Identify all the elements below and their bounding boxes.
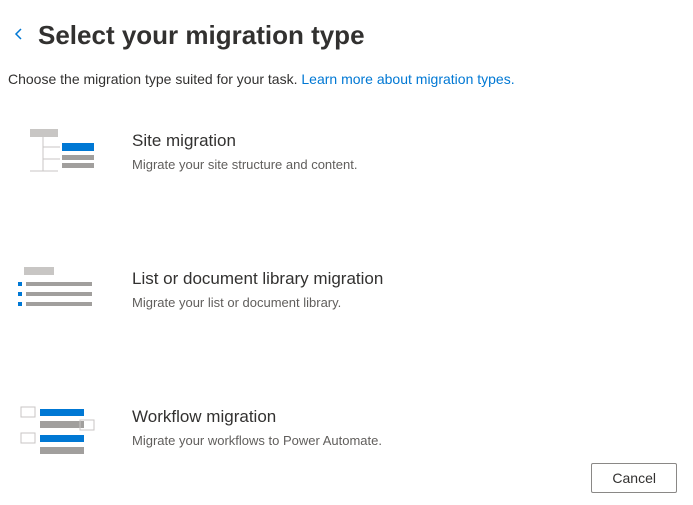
subtitle-text: Choose the migration type suited for you…: [8, 71, 301, 87]
subtitle: Choose the migration type suited for you…: [0, 59, 693, 87]
option-text: List or document library migration Migra…: [132, 267, 383, 310]
option-desc: Migrate your workflows to Power Automate…: [132, 433, 382, 448]
site-migration-icon: [16, 129, 96, 183]
option-title: List or document library migration: [132, 269, 383, 289]
option-site-migration[interactable]: Site migration Migrate your site structu…: [16, 115, 693, 197]
option-workflow-migration[interactable]: Workflow migration Migrate your workflow…: [16, 391, 693, 473]
option-list-library-migration[interactable]: List or document library migration Migra…: [16, 253, 693, 335]
option-desc: Migrate your list or document library.: [132, 295, 383, 310]
option-text: Workflow migration Migrate your workflow…: [132, 405, 382, 448]
chevron-left-icon: [12, 27, 26, 41]
learn-more-link[interactable]: Learn more about migration types.: [301, 71, 514, 87]
page-header: Select your migration type: [0, 0, 693, 59]
option-title: Workflow migration: [132, 407, 382, 427]
cancel-button[interactable]: Cancel: [591, 463, 677, 493]
list-library-icon: [16, 267, 96, 321]
workflow-icon: [16, 405, 96, 459]
option-text: Site migration Migrate your site structu…: [132, 129, 357, 172]
option-title: Site migration: [132, 131, 357, 151]
page-title: Select your migration type: [38, 20, 365, 51]
footer: Cancel: [591, 463, 677, 493]
option-desc: Migrate your site structure and content.: [132, 157, 357, 172]
back-button[interactable]: [8, 23, 30, 49]
options-list: Site migration Migrate your site structu…: [0, 87, 693, 473]
